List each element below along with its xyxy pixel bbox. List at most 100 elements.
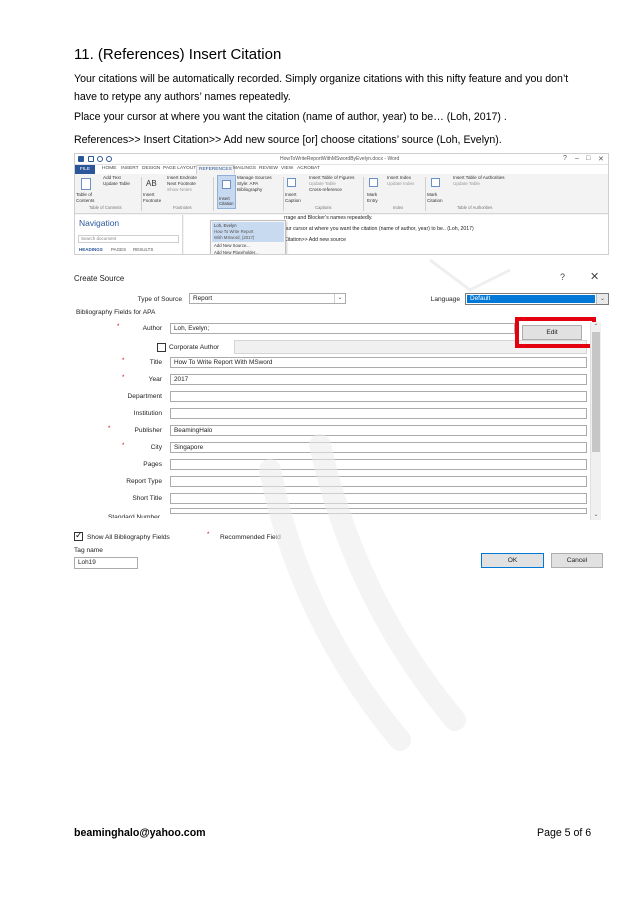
update-table-authorities-button[interactable]: Update Table [453, 181, 480, 187]
field-input[interactable] [170, 391, 587, 402]
field-label: Year [148, 376, 162, 383]
tab-home[interactable]: HOME [102, 166, 116, 171]
group-label-toc: Table of Contents [89, 205, 122, 210]
nav-tab-headings[interactable]: HEADINGS [79, 247, 103, 252]
tag-name-input[interactable]: Loh19 [74, 557, 138, 569]
insert-citation-icon [222, 180, 231, 189]
group-label-authorities: Table of Authorities [457, 205, 493, 210]
undo-icon[interactable] [97, 156, 103, 162]
word-screenshot: HowToWriteReportWithMSwordByEvelyn.docx … [74, 153, 609, 255]
group-label-footnotes: Footnotes [173, 205, 192, 210]
insert-citation-button[interactable]: Insert Citation [217, 175, 236, 209]
group-separator [141, 177, 142, 211]
document-line: Citation>> Add new source [284, 237, 347, 243]
insert-caption-button[interactable]: Insert Caption [285, 192, 305, 204]
field-label: Publisher [134, 427, 163, 434]
tab-view[interactable]: VIEW [281, 166, 293, 171]
field-label: Pages [143, 461, 162, 468]
document-title: HowToWriteReportWithMSwordByEvelyn.docx … [280, 156, 400, 162]
table-of-contents-icon[interactable] [81, 178, 91, 190]
help-icon[interactable]: ? [560, 272, 565, 282]
add-new-placeholder-item[interactable]: Add New Placeholder... [214, 250, 259, 254]
fields-scrollbar[interactable]: ⌃ ⌄ [590, 322, 601, 520]
tab-review[interactable]: REVIEW [259, 166, 278, 171]
insert-footnote-icon[interactable]: AB [146, 179, 157, 188]
table-of-contents-button[interactable]: Table of Contents [76, 192, 102, 204]
highlight-box [515, 317, 596, 348]
field-input[interactable] [170, 508, 587, 514]
mark-citation-icon[interactable] [431, 178, 440, 187]
show-all-fields-checkbox[interactable] [74, 530, 83, 541]
quick-access-toolbar: HowToWriteReportWithMSwordByEvelyn.docx … [75, 154, 608, 165]
field-label: Institution [133, 410, 162, 417]
insert-caption-icon[interactable] [287, 178, 296, 187]
update-index-button[interactable]: Update Index [387, 181, 414, 187]
add-new-source-item[interactable]: Add New Source... [214, 243, 250, 248]
minimize-icon[interactable]: – [575, 155, 579, 162]
field-label: Department [127, 393, 162, 400]
ok-button[interactable]: OK [481, 553, 544, 568]
citation-dropdown: Loh, Evelyn How To Write Report With MSw… [210, 220, 286, 254]
tab-references[interactable]: REFERENCES [196, 165, 235, 174]
field-input[interactable]: 2017 [170, 374, 587, 385]
field-input[interactable]: BeamingHalo [170, 425, 587, 436]
nav-tab-results[interactable]: RESULTS [133, 247, 153, 252]
cross-reference-button[interactable]: Cross-reference [309, 187, 342, 193]
footer-page-number: Page 5 of 6 [537, 827, 592, 839]
dialog-title: Create Source [74, 274, 125, 283]
type-of-source-label: Type of Source [137, 296, 182, 303]
chevron-up-icon[interactable]: ⌃ [591, 322, 601, 332]
field-label: Standard Number [107, 514, 160, 518]
bibliography-fields-heading: Bibliography Fields for APA [76, 309, 156, 316]
field-input[interactable]: How To Write Report With MSword [170, 357, 587, 368]
field-input[interactable] [170, 408, 587, 419]
close-icon[interactable]: ✕ [590, 270, 599, 283]
field-input[interactable] [170, 459, 587, 470]
scrollbar-thumb[interactable] [592, 332, 600, 452]
mark-citation-button[interactable]: Mark Citation [427, 192, 449, 204]
recommended-field-label: Recommended Field [220, 534, 281, 541]
tab-file[interactable]: FILE [75, 165, 95, 174]
redo-icon[interactable] [106, 156, 112, 162]
field-input[interactable]: Singapore [170, 442, 587, 453]
update-table-button[interactable]: Update Table [103, 181, 130, 187]
type-of-source-select[interactable]: Report ⌄ [189, 293, 346, 304]
chevron-down-icon[interactable]: ⌄ [591, 510, 601, 520]
ribbon-tabs: FILE HOME INSERT DESIGN PAGE LAYOUT REFE… [75, 165, 608, 174]
chevron-down-icon: ⌄ [334, 294, 345, 303]
page-heading: 11. (References) Insert Citation [74, 46, 282, 63]
nav-tab-pages[interactable]: PAGES [111, 247, 126, 252]
show-notes-button[interactable]: Show Notes [167, 187, 192, 193]
close-icon[interactable]: ✕ [598, 155, 604, 163]
paragraph-cursor: Place your cursor at where you want the … [74, 111, 507, 123]
mark-entry-button[interactable]: Mark Entry [367, 192, 385, 204]
field-input[interactable]: Loh, Evelyn; [170, 323, 515, 334]
corporate-author-checkbox[interactable] [157, 343, 166, 352]
document-line: rrage and Blocker’s names repeatedly. [284, 215, 373, 221]
bibliography-button[interactable]: Bibliography [237, 187, 262, 193]
language-select[interactable]: Default ⌄ [465, 293, 609, 305]
citation-item-title[interactable]: How To Write Report [214, 229, 253, 234]
chevron-down-icon: ⌄ [596, 294, 608, 304]
tab-insert[interactable]: INSERT [121, 166, 139, 171]
group-label-index: Index [393, 205, 404, 210]
group-separator [213, 177, 214, 211]
tab-design[interactable]: DESIGN [142, 166, 160, 171]
help-icon[interactable]: ? [563, 155, 567, 162]
mark-entry-icon[interactable] [369, 178, 378, 187]
tab-mailings[interactable]: MAILINGS [233, 166, 256, 171]
insert-footnote-button[interactable]: Insert Footnote [143, 192, 167, 204]
word-app-icon [78, 156, 84, 162]
citation-item-year[interactable]: With MSword, (2017) [214, 235, 254, 240]
navigation-pane: Navigation Search document HEADINGS PAGE… [75, 215, 183, 254]
tab-acrobat[interactable]: ACROBAT [297, 166, 320, 171]
field-input[interactable] [170, 493, 587, 504]
field-input[interactable] [170, 476, 587, 487]
search-document-input[interactable]: Search document [78, 235, 179, 243]
tab-page-layout[interactable]: PAGE LAYOUT [163, 166, 196, 171]
field-label: Short Title [132, 495, 162, 502]
maximize-icon[interactable]: □ [586, 155, 590, 162]
cancel-button[interactable]: Cancel [551, 553, 603, 568]
save-icon[interactable] [88, 156, 94, 162]
citation-item-author[interactable]: Loh, Evelyn [214, 223, 236, 228]
